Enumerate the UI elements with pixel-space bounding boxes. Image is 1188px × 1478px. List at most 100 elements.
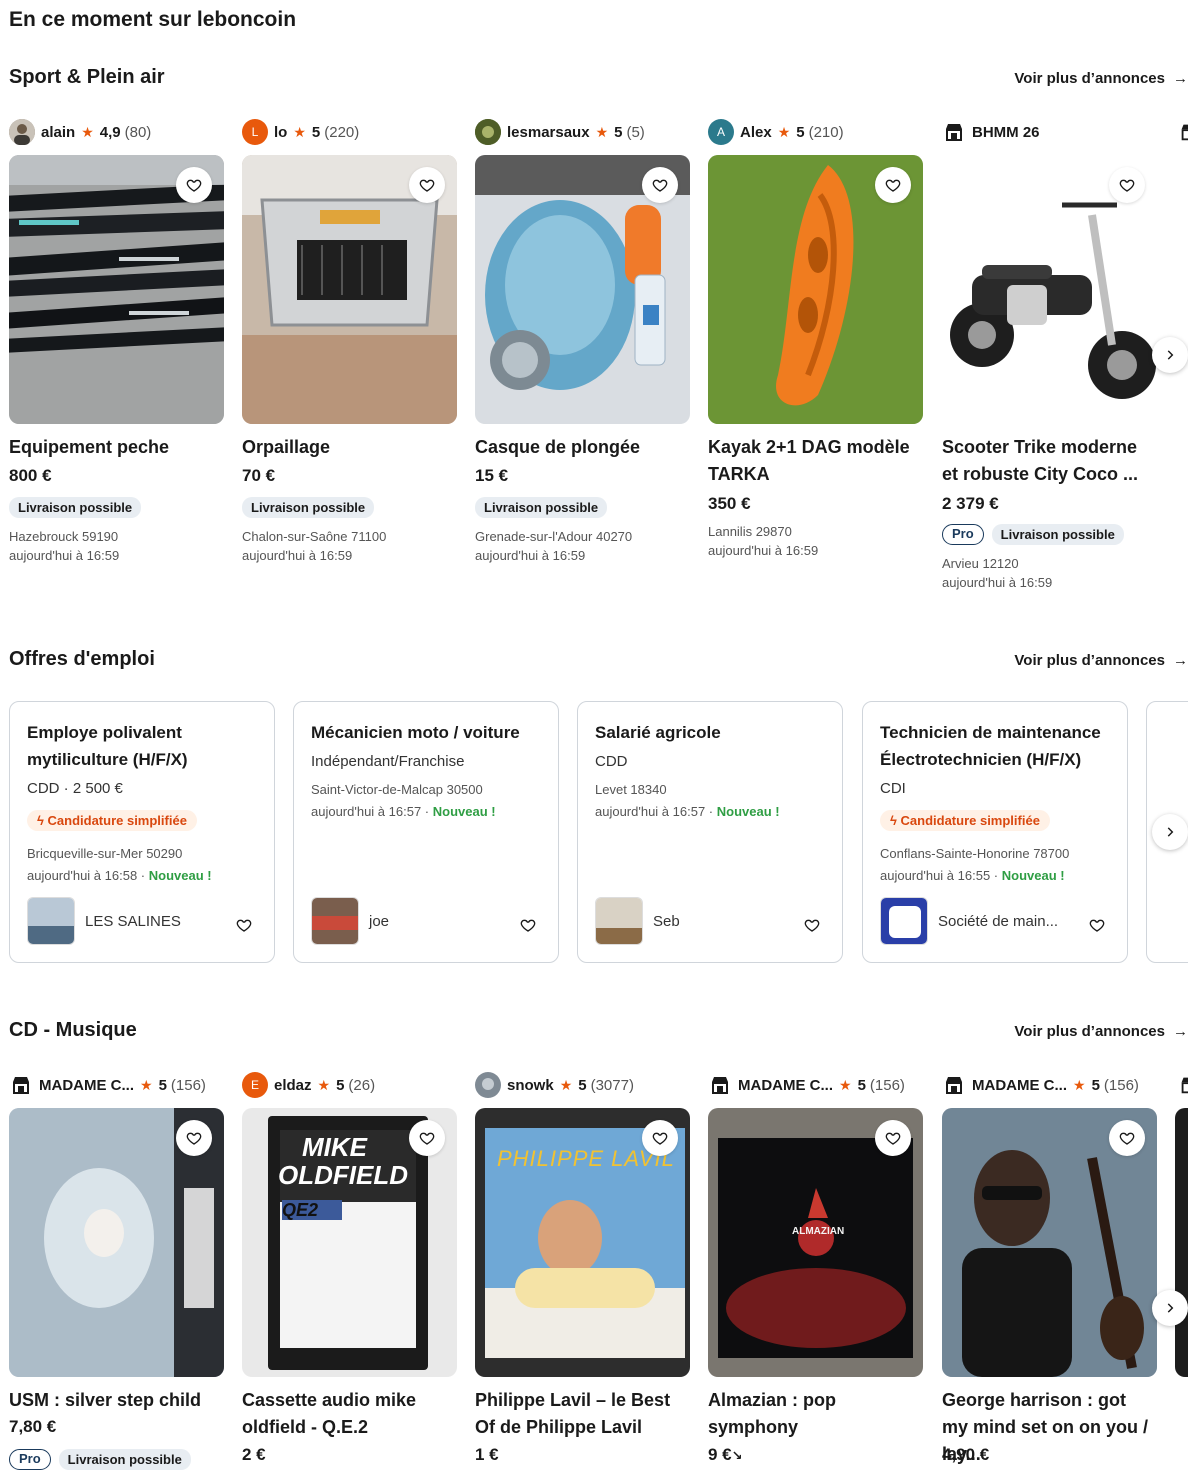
favorite-button[interactable]: [1109, 1120, 1145, 1156]
listing-card[interactable]: BHMM 26 Scooter Trike moderne et robuste…: [942, 119, 1157, 590]
listing-title[interactable]: Orpaillage: [242, 434, 457, 461]
listing-image[interactable]: [475, 155, 690, 424]
seller-info[interactable]: E eldaz ★ 5 (26): [242, 1072, 375, 1098]
job-title[interactable]: Technicien de maintenance Électrotechnic…: [880, 719, 1115, 773]
listing-card[interactable]: alain ★ 4,9 (80) Equipement peche 800 € …: [9, 119, 224, 569]
listing-image[interactable]: [9, 1108, 224, 1377]
job-card[interactable]: Salarié agricole CDD Levet 18340 aujourd'…: [577, 701, 843, 963]
seller-info[interactable]: BHMM 26: [942, 119, 1040, 145]
carousel-next-button[interactable]: [1152, 1290, 1188, 1326]
pro-badge: Pro: [942, 524, 984, 545]
store-icon: [712, 1077, 728, 1094]
favorite-button[interactable]: [875, 1120, 911, 1156]
job-location: Levet 18340: [595, 782, 667, 797]
heart-icon[interactable]: [236, 917, 252, 933]
chevron-right-icon: [1167, 827, 1174, 837]
listing-card[interactable]: MADAME C... ★ 5 (156) ALMAZIAN Almazian …: [708, 1072, 923, 1472]
favorite-button[interactable]: [875, 167, 911, 203]
favorite-button[interactable]: [176, 1120, 212, 1156]
delivery-badge: Livraison possible: [242, 497, 375, 518]
listing-price: 1 €: [475, 1445, 499, 1464]
job-card[interactable]: Mécanicien moto / voiture Indépendant/Fr…: [293, 701, 559, 963]
star-icon: ★: [777, 123, 791, 140]
job-contract: CDD: [595, 753, 628, 770]
listing-title[interactable]: Equipement peche: [9, 434, 224, 461]
seller-info[interactable]: L lo ★ 5 (220): [242, 119, 359, 145]
star-icon: ★: [559, 1076, 573, 1093]
carousel-next-button[interactable]: [1152, 814, 1188, 850]
listing-title[interactable]: Cassette audio mike oldfield - Q.E.2: [242, 1387, 457, 1441]
listing-card[interactable]: L lo ★ 5 (220) Orpaillage 70 € Livraison…: [242, 119, 457, 569]
job-title[interactable]: Employe polivalent mytiliculture (H/F/X): [27, 719, 262, 773]
seller-info[interactable]: lesmarsaux ★ 5 (5): [475, 119, 645, 145]
new-label: Nouveau !: [148, 868, 212, 883]
company-info[interactable]: LES SALINES: [27, 897, 181, 945]
favorite-button[interactable]: [642, 167, 678, 203]
seller-info[interactable]: MADAME C... ★ 5 (156): [942, 1072, 1139, 1098]
star-icon: ★: [293, 123, 306, 140]
listing-title[interactable]: Scooter Trike moderne et robuste City Co…: [942, 434, 1157, 488]
listing-image[interactable]: [708, 155, 923, 424]
favorite-button[interactable]: [1109, 167, 1145, 203]
simplified-application-badge: ϟ Candidature simplifiée: [27, 810, 197, 831]
chevron-right-icon: [1167, 350, 1174, 360]
company-info[interactable]: Société de main...: [880, 897, 1058, 945]
listing-card[interactable]: MADAME C... ★ 5 (156) USM : silver step …: [9, 1072, 224, 1472]
section-title: CD - Musique: [9, 1019, 137, 1041]
favorite-button[interactable]: [409, 167, 445, 203]
job-card[interactable]: Technicien de maintenance Électrotechnic…: [862, 701, 1128, 963]
favorite-button[interactable]: [642, 1120, 678, 1156]
listing-image[interactable]: [9, 155, 224, 424]
heart-icon: [652, 179, 668, 192]
star-icon: ★: [81, 123, 94, 140]
cover-text: QE2: [282, 1200, 319, 1220]
heart-icon[interactable]: [804, 917, 820, 933]
listing-price: 15 €: [475, 466, 509, 485]
delivery-badge: Livraison possible: [475, 497, 608, 518]
seller-info[interactable]: A Alex ★ 5 (210): [708, 119, 844, 145]
chevron-right-icon: [1167, 1303, 1174, 1313]
seller-info[interactable]: alain ★ 4,9 (80): [9, 119, 151, 145]
listing-title[interactable]: Almazian : pop symphony: [708, 1387, 923, 1441]
listing-card[interactable]: A Alex ★ 5 (210) Kayak 2+1 DAG modèle TA…: [708, 119, 923, 569]
listing-image[interactable]: MIKE OLDFIELD QE2: [242, 1108, 457, 1377]
company-info[interactable]: joe: [311, 897, 389, 945]
listing-card[interactable]: MADAME C... ★ 5 (156) George harrison : …: [942, 1072, 1157, 1472]
listing-card[interactable]: snowk ★ 5 (3077) PHILIPPE LAVIL Philippe…: [475, 1072, 690, 1472]
lightning-icon: ϟ: [37, 813, 44, 828]
see-more-link[interactable]: Voir plus d’annonces →: [1014, 652, 1188, 669]
listing-card-partial[interactable]: [1175, 1072, 1188, 1478]
star-icon: ★: [595, 123, 609, 140]
listing-title[interactable]: Kayak 2+1 DAG modèle TARKA: [708, 434, 923, 488]
carousel-next-button[interactable]: [1152, 337, 1188, 373]
heart-icon: [885, 179, 901, 192]
store-icon: [946, 1077, 962, 1094]
heart-icon[interactable]: [1089, 917, 1105, 933]
listing-card[interactable]: lesmarsaux ★ 5 (5) Casque de plongée 15 …: [475, 119, 690, 569]
heart-icon[interactable]: [520, 917, 536, 933]
listing-time: aujourd'hui à 16:59: [9, 548, 120, 563]
job-time-line: aujourd'hui à 16:55 · Nouveau !: [880, 868, 1065, 883]
favorite-button[interactable]: [176, 167, 212, 203]
job-title[interactable]: Mécanicien moto / voiture: [311, 719, 546, 746]
company-info[interactable]: Seb: [595, 897, 680, 945]
listing-card[interactable]: E eldaz ★ 5 (26) MIKE OLDFIELD QE2 Casse…: [242, 1072, 457, 1472]
see-more-link[interactable]: Voir plus d’annonces →: [1014, 70, 1188, 87]
listing-image[interactable]: ALMAZIAN: [708, 1108, 923, 1377]
listing-title[interactable]: Casque de plongée: [475, 434, 690, 461]
seller-info[interactable]: snowk ★ 5 (3077): [475, 1072, 634, 1098]
listing-image[interactable]: [942, 155, 1157, 424]
price-drop-icon: ↘: [731, 1448, 743, 1463]
see-more-link[interactable]: Voir plus d’annonces →: [1014, 1023, 1188, 1040]
seller-info[interactable]: MADAME C... ★ 5 (156): [708, 1072, 905, 1098]
job-title[interactable]: Salarié agricole: [595, 719, 830, 746]
favorite-button[interactable]: [409, 1120, 445, 1156]
listing-image[interactable]: [942, 1108, 1157, 1377]
listing-title[interactable]: Philippe Lavil – le Best Of de Philippe …: [475, 1387, 690, 1441]
listing-image[interactable]: PHILIPPE LAVIL: [475, 1108, 690, 1377]
listing-image[interactable]: [242, 155, 457, 424]
seller-info[interactable]: MADAME C... ★ 5 (156): [9, 1072, 206, 1098]
star-icon: ★: [317, 1076, 331, 1093]
listing-title[interactable]: USM : silver step child: [9, 1387, 224, 1414]
job-card[interactable]: Employe polivalent mytiliculture (H/F/X)…: [9, 701, 275, 963]
